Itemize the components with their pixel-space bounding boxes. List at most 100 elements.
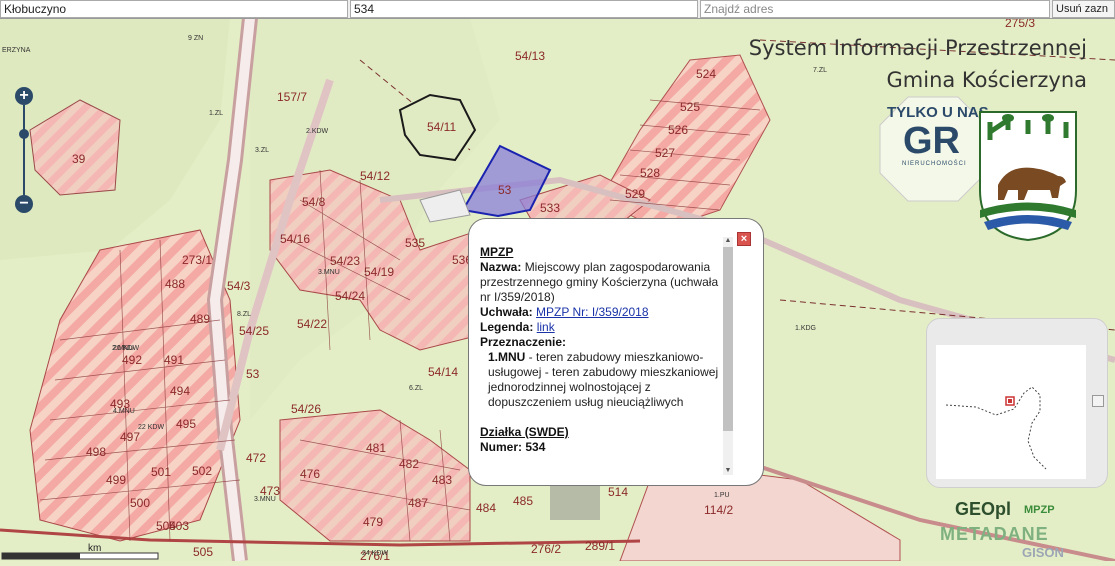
parcel-label: 502 [192, 464, 212, 478]
place-field[interactable] [0, 0, 348, 18]
parcel-label: 504 [156, 519, 176, 533]
zone-label: 24 KDW [362, 550, 388, 557]
clear-selection-button[interactable]: Usuń zazn [1052, 0, 1115, 18]
parcel-label: 494 [170, 384, 190, 398]
zone-label: 1.ZL [209, 110, 223, 117]
zone-label: ERZYNA [2, 47, 31, 54]
zoom-in-button[interactable]: + [15, 87, 33, 105]
zoom-out-button[interactable]: − [15, 195, 33, 213]
name-label: Nazwa: [480, 260, 522, 274]
parcel-label: 39 [72, 152, 86, 166]
parcel-label: 273/1 [182, 253, 212, 267]
parcel-label: 499 [106, 473, 126, 487]
parcel-label: 54/22 [297, 317, 327, 331]
gr-badge-letters: GR [903, 120, 960, 162]
purpose-label: Przeznaczenie: [480, 335, 567, 349]
parcel-label: 489 [190, 312, 210, 326]
popup-scrollbar-thumb[interactable] [723, 247, 733, 431]
parcel-label: 482 [399, 457, 419, 471]
parcel-label: 54/23 [330, 254, 360, 268]
search-toolbar: Usuń zazn [0, 0, 1115, 19]
parcel-label: 289/1 [585, 539, 615, 553]
zone-label: 8.ZL [237, 311, 251, 318]
purpose-code: 1.MNU [488, 350, 526, 364]
popup-close-button[interactable]: × [737, 232, 751, 246]
zone-label: 22 KDW [138, 424, 164, 431]
parcel-label: 488 [165, 277, 185, 291]
parcel-label: 54/26 [291, 402, 321, 416]
zone-label: 20 KDW [113, 345, 139, 352]
zone-label: 4.MNU [113, 408, 135, 415]
zone-label: 3.ZL [255, 147, 269, 154]
parcel-label: 276/2 [531, 542, 561, 556]
parcel-label: 487 [408, 496, 428, 510]
parcel-label: 497 [120, 430, 140, 444]
metadane-logo[interactable]: METADANE [940, 524, 1049, 545]
parcel-label: 529 [625, 187, 645, 201]
parcel-label: 476 [300, 467, 320, 481]
parcel-label: 535 [405, 236, 425, 250]
parcel-label: 54/14 [428, 365, 458, 379]
parcel-label: 492 [122, 353, 142, 367]
parcel-label: 501 [151, 465, 171, 479]
zone-label: 9 ZN [188, 35, 203, 42]
coat-of-arms-icon [979, 111, 1077, 242]
parcel-label: 527 [655, 146, 675, 160]
parcel-label: 533 [540, 201, 560, 215]
app-title: System Informacji Przestrzennej [748, 36, 1087, 60]
parcel-label: 524 [696, 67, 716, 81]
parcel-label: 514 [608, 485, 628, 499]
parcel-label: 472 [246, 451, 266, 465]
parcel-label: 157/7 [277, 90, 307, 104]
popup-heading: MPZP [480, 245, 514, 259]
mpzp-logo-text: MPZP [1024, 504, 1055, 516]
zone-label: 2.KDW [306, 128, 329, 135]
zone-label: 1.PU [714, 492, 730, 499]
scroll-down-icon[interactable]: ▼ [723, 467, 733, 475]
zoom-slider-handle[interactable] [19, 129, 29, 139]
parcel-label: 526 [668, 123, 688, 137]
parcel-label: 54/13 [515, 49, 545, 63]
parcel-label: 54/3 [227, 279, 251, 293]
parcel-label: 505 [193, 545, 213, 559]
parcel-number: Numer: 534 [480, 440, 546, 454]
parcel-label: 498 [86, 445, 106, 459]
feature-info-popup[interactable]: × MPZP Nazwa: Miejscowy plan zagospodaro… [468, 218, 764, 486]
zoom-slider-track[interactable] [23, 105, 25, 195]
parcel-label: 528 [640, 166, 660, 180]
parcel-number-field[interactable] [350, 0, 698, 18]
geopl-logo[interactable]: GEOpl [955, 499, 1011, 520]
zone-label: 3.MNU [254, 496, 276, 503]
minimap-outline [945, 386, 1047, 470]
zone-label: 3.MNU [318, 269, 340, 276]
legend-link[interactable]: link [537, 320, 555, 334]
popup-scrollbar[interactable]: ▲ ▼ [723, 237, 733, 475]
legend-label: Legenda: [480, 320, 534, 334]
parcel-label: 54/25 [239, 324, 269, 338]
zoom-control: + − [15, 87, 33, 213]
scroll-up-icon[interactable]: ▲ [723, 237, 733, 245]
zone-label: 6.ZL [409, 385, 423, 392]
gr-badge-subtitle: NIERUCHOMOŚCI [902, 161, 967, 167]
popup-content: MPZP Nazwa: Miejscowy plan zagospodarowa… [480, 245, 720, 473]
minimap-toggle-button[interactable] [1092, 395, 1104, 407]
overview-minimap[interactable] [926, 318, 1108, 488]
parcel-label: 484 [476, 501, 496, 515]
parcel-label: 54/11 [427, 120, 456, 134]
zone-label: 1.KDG [795, 325, 816, 332]
address-search-input[interactable] [700, 0, 1050, 18]
parcel-label: 479 [363, 515, 383, 529]
parcel-label: 53 [498, 183, 512, 197]
gr-badge-tagline: TYLKO U NAS [887, 104, 989, 121]
parcel-label: 491 [164, 353, 184, 367]
resolution-link[interactable]: MPZP Nr: I/359/2018 [536, 305, 649, 319]
scale-unit: km [88, 543, 102, 554]
parcel-label: 54/24 [335, 289, 365, 303]
parcel-label: 485 [513, 494, 533, 508]
parcel-label: 525 [680, 100, 700, 114]
parcel-label: 500 [130, 496, 150, 510]
parcel-label: 483 [432, 473, 452, 487]
scale-bar: km [0, 541, 160, 561]
parcel-label: 495 [176, 417, 196, 431]
parcel-label: 53 [246, 367, 260, 381]
